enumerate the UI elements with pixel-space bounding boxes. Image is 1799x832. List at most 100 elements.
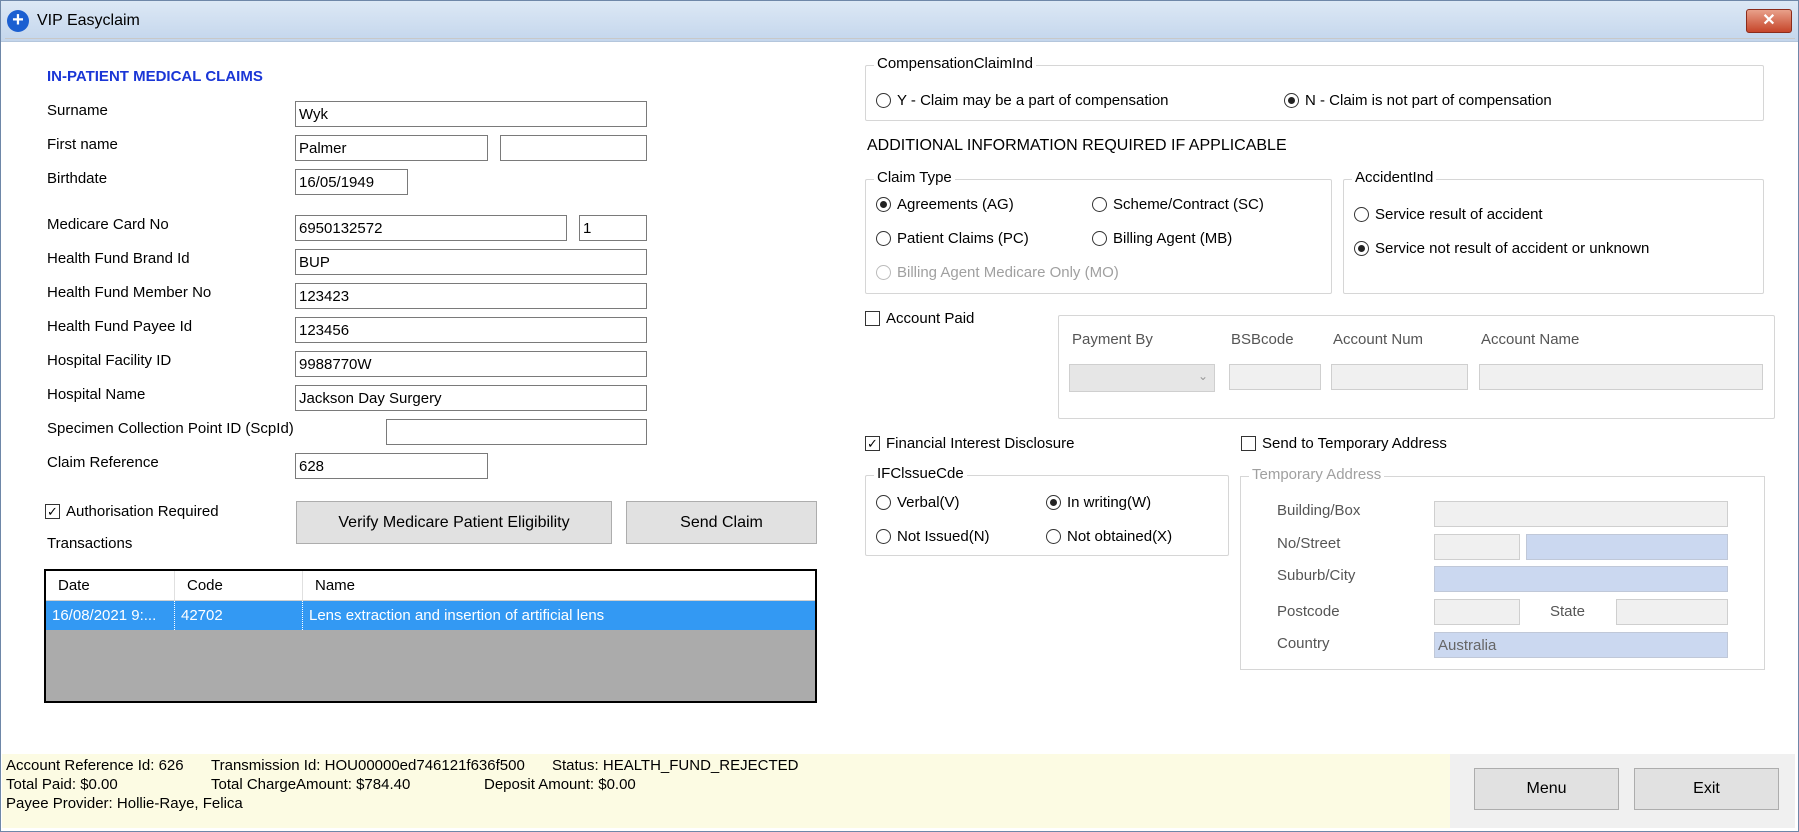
send-temp-address-checkbox[interactable]: Send to Temporary Address [1241,435,1447,452]
building-input [1434,501,1728,527]
checkbox-empty-icon [1241,436,1256,451]
street-number-input [1434,534,1520,560]
auth-required-label: Authorisation Required [66,503,219,520]
account-ref-text: Account Reference Id: 626 [6,757,184,774]
claim-type-group: Claim Type Agreements (AG) Scheme/Contra… [865,169,1332,294]
accident-no-radio[interactable]: Service not result of accident or unknow… [1354,240,1649,257]
cell-date: 16/08/2021 9:... [46,601,175,630]
checkbox-empty-icon [865,311,880,326]
compensation-n-radio[interactable]: N - Claim is not part of compensation [1284,92,1552,109]
hf-brand-input[interactable]: BUP [295,249,647,275]
medicare-card-input[interactable]: 6950132572 [295,215,567,241]
send-claim-button[interactable]: Send Claim [626,501,817,544]
ifc-not-obtained-radio[interactable]: Not obtained(X) [1046,528,1172,545]
claim-type-sc-radio[interactable]: Scheme/Contract (SC) [1092,196,1264,213]
medicare-card-label: Medicare Card No [47,216,169,233]
hf-payee-label: Health Fund Payee Id [47,318,193,335]
compensation-y-label: Y - Claim may be a part of compensation [897,92,1169,109]
birthdate-input[interactable]: 16/05/1949 [295,169,408,195]
financial-interest-checkbox[interactable]: ✓ Financial Interest Disclosure [865,435,1074,452]
tab-strip [5,38,1795,42]
compensation-y-radio[interactable]: Y - Claim may be a part of compensation [876,92,1169,109]
ifc-issue-group: IFClssueCde Verbal(V) In writing(W) Not … [865,465,1229,556]
cell-code: 42702 [175,601,303,630]
column-header-code[interactable]: Code [175,571,303,600]
claim-type-pc-radio[interactable]: Patient Claims (PC) [876,230,1029,247]
claim-type-pc-label: Patient Claims (PC) [897,230,1029,247]
temp-address-title: Temporary Address [1249,466,1385,483]
surname-input[interactable]: Wyk [295,101,647,127]
accident-yes-label: Service result of accident [1375,206,1543,223]
radio-on-icon [1284,93,1299,108]
hospital-name-label: Hospital Name [47,386,146,403]
table-header: Date Code Name [46,571,815,601]
column-header-date[interactable]: Date [46,571,175,600]
verify-eligibility-button[interactable]: Verify Medicare Patient Eligibility [296,501,612,544]
account-paid-checkbox[interactable]: Account Paid [865,310,974,327]
specimen-input[interactable] [386,419,647,445]
middle-name-input[interactable] [500,135,647,161]
ifc-not-issued-radio[interactable]: Not Issued(N) [876,528,990,545]
claim-type-sc-label: Scheme/Contract (SC) [1113,196,1264,213]
account-num-label: Account Num [1333,331,1424,348]
facility-id-label: Hospital Facility ID [47,352,172,369]
radio-off-icon [1354,207,1369,222]
deposit-text: Deposit Amount: $0.00 [484,776,636,793]
check-icon: ✓ [865,436,880,451]
temp-address-group: Temporary Address Building/Box No/Street… [1240,466,1765,670]
window-title: VIP Easyclaim [37,12,140,29]
menu-button[interactable]: Menu [1474,768,1619,810]
radio-off-icon [876,495,891,510]
specimen-label: Specimen Collection Point ID (ScpId) [47,420,294,437]
ifc-verbal-label: Verbal(V) [897,494,960,511]
bsb-label: BSBcode [1231,331,1294,348]
bsb-input [1229,364,1321,390]
hf-brand-label: Health Fund Brand Id [47,250,190,267]
account-paid-label: Account Paid [886,310,975,327]
claim-type-ag-radio[interactable]: Agreements (AG) [876,196,1014,213]
claim-type-title: Claim Type [874,169,955,186]
radio-off-icon [876,93,891,108]
column-header-name[interactable]: Name [303,571,815,600]
payment-group: Payment By BSBcode Account Num Account N… [1058,315,1775,419]
medicare-irn-input[interactable]: 1 [579,215,647,241]
suburb-input [1434,566,1728,592]
postcode-input [1434,599,1520,625]
ifc-issue-title: IFClssueCde [874,465,967,482]
table-row[interactable]: 16/08/2021 9:... 42702 Lens extraction a… [46,601,815,630]
ifc-not-obtained-label: Not obtained(X) [1067,528,1173,545]
cell-name: Lens extraction and insertion of artific… [309,607,605,624]
total-paid-text: Total Paid: $0.00 [6,776,118,793]
hf-payee-input[interactable]: 123456 [295,317,647,343]
ifc-writing-radio[interactable]: In writing(W) [1046,494,1151,511]
country-input: Australia [1434,632,1728,658]
hf-member-label: Health Fund Member No [47,284,212,301]
accident-no-label: Service not result of accident or unknow… [1375,240,1650,257]
ifc-verbal-radio[interactable]: Verbal(V) [876,494,960,511]
auth-required-checkbox[interactable]: ✓ Authorisation Required [45,503,219,520]
first-name-input[interactable]: Palmer [295,135,488,161]
account-num-input [1331,364,1468,390]
state-label: State [1550,603,1586,620]
radio-on-icon [876,197,891,212]
building-label: Building/Box [1277,502,1361,519]
hospital-name-input[interactable]: Jackson Day Surgery [295,385,647,411]
radio-on-icon [1354,241,1369,256]
facility-id-input[interactable]: 9988770W [295,351,647,377]
chevron-down-icon: ⌄ [1197,369,1208,383]
claim-type-mo-label: Billing Agent Medicare Only (MO) [897,264,1119,281]
claim-type-mb-radio[interactable]: Billing Agent (MB) [1092,230,1232,247]
transmission-id-text: Transmission Id: HOU00000ed746121f636f50… [211,757,525,774]
claim-ref-input[interactable]: 628 [295,453,488,479]
accident-yes-radio[interactable]: Service result of accident [1354,206,1543,223]
street-name-input [1526,534,1728,560]
radio-disabled-icon [876,265,891,280]
hf-member-input[interactable]: 123423 [295,283,647,309]
exit-button[interactable]: Exit [1634,768,1779,810]
ifc-not-issued-label: Not Issued(N) [897,528,990,545]
surname-label: Surname [47,102,108,119]
birthdate-label: Birthdate [47,170,108,187]
compensation-group-title: CompensationClaimInd [874,55,1036,72]
accident-group: AccidentInd Service result of accident S… [1343,169,1764,294]
close-button[interactable]: ✕ [1746,9,1792,33]
